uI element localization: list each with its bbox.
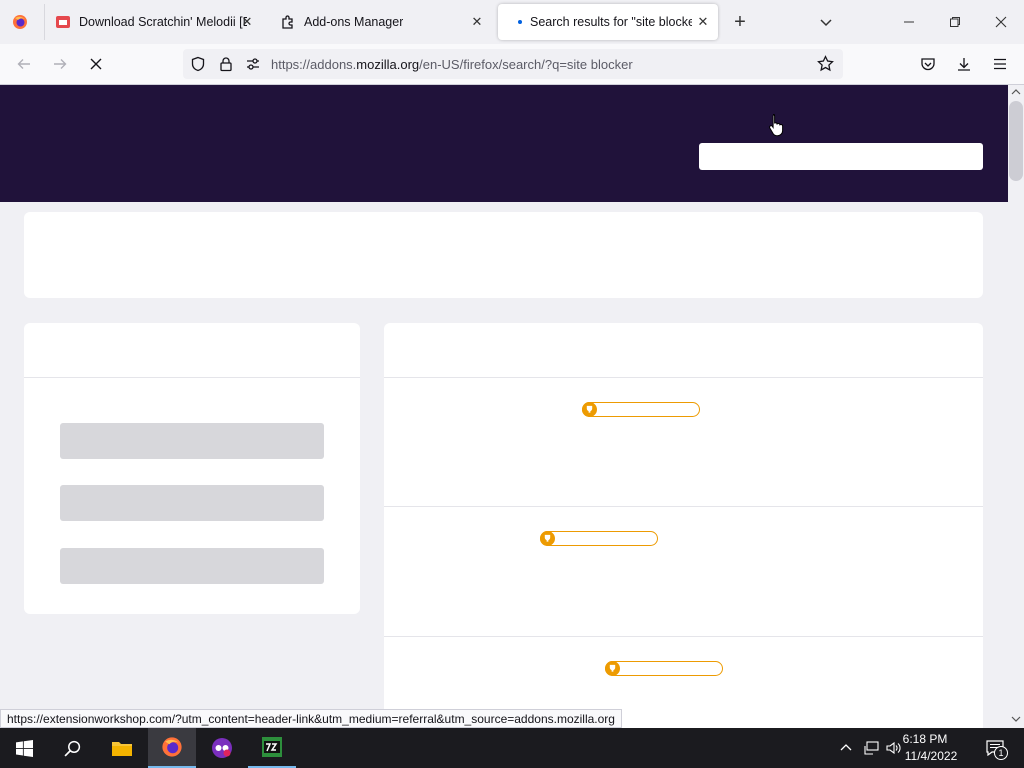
chevron-down-icon bbox=[820, 19, 832, 27]
rating-placeholder bbox=[540, 531, 658, 546]
navigation-toolbar: https://addons.mozilla.org/en-US/firefox… bbox=[0, 44, 1024, 85]
filter-placeholder[interactable] bbox=[60, 485, 324, 521]
minimize-button[interactable] bbox=[897, 10, 921, 34]
notification-count-badge: 1 bbox=[994, 746, 1008, 760]
windows-logo-icon bbox=[15, 739, 33, 757]
start-button[interactable] bbox=[0, 728, 48, 768]
tab-strip: Download Scratchin' Melodii [D ✕ Add-ons… bbox=[0, 0, 1024, 44]
back-button[interactable] bbox=[12, 52, 36, 76]
folder-icon bbox=[112, 742, 132, 756]
divider bbox=[384, 506, 983, 507]
url-prefix: https://addons. bbox=[271, 57, 357, 72]
restore-icon bbox=[950, 17, 960, 27]
page-scrollbar[interactable] bbox=[1008, 85, 1024, 728]
tab-addons-manager[interactable]: Add-ons Manager ✕ bbox=[270, 4, 492, 40]
filter-sidebar-card bbox=[24, 323, 360, 614]
tab-title: Download Scratchin' Melodii [D bbox=[79, 15, 247, 29]
url-text[interactable]: https://addons.mozilla.org/en-US/firefox… bbox=[271, 57, 633, 72]
search-button[interactable] bbox=[48, 728, 96, 768]
tab-search-results[interactable]: Search results for "site blocker" ✕ bbox=[498, 4, 718, 40]
trophy-icon bbox=[605, 661, 620, 676]
tracking-protection-shield-icon[interactable] bbox=[190, 56, 206, 72]
scroll-up-arrow-icon[interactable] bbox=[1011, 88, 1021, 96]
clock-date[interactable]: 11/4/2022 bbox=[896, 749, 966, 763]
list-all-tabs-button[interactable] bbox=[814, 10, 838, 34]
divider bbox=[24, 377, 360, 378]
mouse-pointer-icon bbox=[769, 114, 784, 137]
bookmark-star-icon[interactable] bbox=[817, 55, 834, 72]
trophy-icon bbox=[582, 402, 597, 417]
tab-scratchin-melodii[interactable]: Download Scratchin' Melodii [D ✕ bbox=[44, 4, 262, 40]
url-host: mozilla.org bbox=[356, 57, 420, 72]
show-hidden-icons-button[interactable] bbox=[834, 728, 858, 768]
pocket-button[interactable] bbox=[916, 52, 940, 76]
app-taskbar-button[interactable] bbox=[198, 728, 246, 768]
file-explorer-button[interactable] bbox=[98, 728, 146, 768]
scroll-thumb[interactable] bbox=[1009, 101, 1023, 181]
site-header bbox=[0, 85, 1008, 202]
network-icon bbox=[864, 741, 879, 755]
hamburger-menu-icon bbox=[994, 58, 1006, 70]
forward-button[interactable] bbox=[48, 52, 72, 76]
firefox-icon bbox=[162, 737, 182, 757]
download-icon bbox=[958, 58, 970, 71]
filter-placeholder[interactable] bbox=[60, 423, 324, 459]
rating-placeholder bbox=[605, 661, 723, 676]
7zip-taskbar-button[interactable] bbox=[248, 728, 296, 768]
firefox-icon bbox=[13, 15, 27, 29]
rating-placeholder bbox=[582, 402, 700, 417]
network-button[interactable] bbox=[860, 728, 884, 768]
divider bbox=[384, 636, 983, 637]
app-store-icon bbox=[56, 16, 70, 28]
minimize-icon bbox=[904, 21, 914, 23]
firefox-taskbar-button[interactable] bbox=[148, 728, 196, 768]
page-content bbox=[0, 85, 1008, 728]
trophy-icon bbox=[540, 531, 555, 546]
new-tab-button[interactable]: + bbox=[728, 10, 752, 34]
stop-x-icon bbox=[90, 58, 102, 70]
tab-title: Add-ons Manager bbox=[304, 15, 404, 29]
results-card bbox=[384, 323, 983, 728]
downloads-button[interactable] bbox=[952, 52, 976, 76]
pocket-icon bbox=[921, 58, 935, 71]
back-arrow-icon bbox=[17, 59, 30, 69]
link-status-panel: https://extensionworkshop.com/?utm_conte… bbox=[0, 709, 622, 728]
action-center-button[interactable]: 1 bbox=[978, 728, 1012, 768]
close-tab-icon[interactable]: ✕ bbox=[694, 13, 712, 31]
lock-icon[interactable] bbox=[218, 56, 234, 72]
close-window-button[interactable] bbox=[989, 10, 1013, 34]
7zip-icon bbox=[262, 737, 282, 757]
forward-arrow-icon bbox=[54, 59, 67, 69]
close-tab-icon[interactable]: ✕ bbox=[238, 13, 256, 31]
firefox-view-button[interactable] bbox=[8, 10, 32, 34]
windows-taskbar: 6:18 PM 11/4/2022 1 bbox=[0, 728, 1024, 768]
search-summary-card bbox=[24, 212, 983, 298]
url-path: /en-US/firefox/search/?q=site blocker bbox=[419, 57, 633, 72]
url-bar[interactable]: https://addons.mozilla.org/en-US/firefox… bbox=[183, 49, 843, 79]
chevron-up-icon bbox=[840, 744, 852, 751]
search-input[interactable] bbox=[699, 143, 983, 170]
loading-dot-icon bbox=[518, 20, 522, 24]
search-icon bbox=[63, 740, 80, 757]
puzzle-icon bbox=[282, 15, 293, 29]
close-icon bbox=[995, 16, 1007, 28]
purple-app-icon bbox=[212, 738, 232, 758]
clock-time[interactable]: 6:18 PM bbox=[890, 732, 960, 746]
tab-title: Search results for "site blocker" bbox=[530, 15, 692, 29]
permissions-icon[interactable] bbox=[245, 56, 261, 72]
filter-placeholder[interactable] bbox=[60, 548, 324, 584]
restore-button[interactable] bbox=[943, 10, 967, 34]
stop-button[interactable] bbox=[84, 52, 108, 76]
app-menu-button[interactable] bbox=[988, 52, 1012, 76]
scroll-down-arrow-icon[interactable] bbox=[1011, 715, 1021, 723]
divider bbox=[384, 377, 983, 378]
close-tab-icon[interactable]: ✕ bbox=[468, 13, 486, 31]
